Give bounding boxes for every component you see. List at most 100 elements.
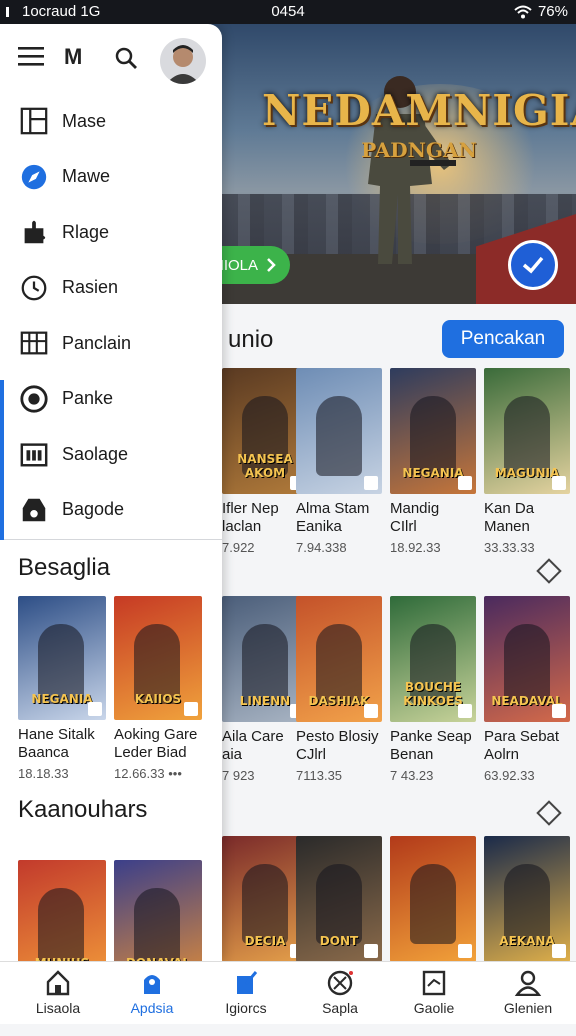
- game-title-line2: Eanika: [296, 518, 342, 535]
- nav-lisaola[interactable]: Lisaola: [10, 968, 106, 1016]
- search-icon[interactable]: [114, 46, 138, 70]
- game-title-line1: Hane Sitalk: [18, 726, 95, 743]
- game-card[interactable]: NEGANIA Mandig CIlrl 18.92.33: [390, 368, 476, 555]
- nav-label: Igiorcs: [225, 1000, 267, 1016]
- game-meta: 7.94.338: [296, 540, 347, 555]
- game-title: Hane Sitalk Baanca: [18, 726, 106, 762]
- edit-icon: [237, 971, 258, 994]
- game-cover[interactable]: [390, 836, 476, 962]
- person-icon: [514, 970, 542, 996]
- calendar-icon: [20, 443, 48, 467]
- check-button[interactable]: [508, 240, 558, 290]
- user-face-icon: [166, 45, 200, 84]
- action-button[interactable]: Pencakan: [442, 320, 564, 358]
- nav-gaolie[interactable]: Gaolie: [386, 968, 482, 1016]
- game-title-line1: Para Sebat: [484, 728, 560, 745]
- game-meta: 12.66.33 •••: [114, 766, 182, 781]
- game-cover[interactable]: NEGANIA: [390, 368, 476, 494]
- drawer-edge-indicator: [0, 380, 4, 540]
- layout-icon: [20, 107, 48, 135]
- bottom-navigation: Lisaola Apdsia Igiorcs Sapla Gaolie Glenien: [0, 961, 576, 1024]
- cover-figure: [504, 864, 550, 944]
- drawer-item-rasien[interactable]: Rasien: [0, 263, 222, 313]
- game-card[interactable]: MUNIUS: [18, 860, 106, 962]
- game-card[interactable]: DONAVAL: [114, 860, 202, 962]
- game-cover[interactable]: NEADAVAL: [484, 596, 570, 722]
- drawer-item-label: Panke: [62, 388, 114, 408]
- game-cover[interactable]: DASHIAK: [296, 596, 382, 722]
- avatar[interactable]: [160, 38, 206, 84]
- tag-icon: [144, 975, 160, 994]
- cover-figure: [316, 864, 362, 944]
- compass-icon: [327, 970, 353, 996]
- nav-label: Lisaola: [35, 1000, 81, 1016]
- game-cover[interactable]: DONT: [296, 836, 382, 962]
- nav-apdsia[interactable]: Apdsia: [104, 968, 200, 1016]
- game-card[interactable]: AEKANA: [484, 836, 570, 962]
- drawer-item-rlage[interactable]: Rlage: [0, 207, 222, 257]
- game-title-line2: CJlrl: [296, 746, 326, 763]
- drawer-item-mase[interactable]: Mase: [0, 96, 222, 146]
- cover-figure: [504, 396, 550, 476]
- cover-figure: [316, 396, 362, 476]
- game-meta: 33.33.33: [484, 540, 535, 555]
- app-logo: M: [64, 44, 83, 69]
- game-cover[interactable]: MUNIUS: [18, 860, 106, 962]
- cover-figure: [504, 624, 550, 704]
- nav-label: Sapla: [322, 1000, 358, 1016]
- game-card[interactable]: DASHIAK Pesto Blosiy CJlrl 7113.35: [296, 596, 382, 783]
- nav-glenien[interactable]: Glenien: [480, 968, 576, 1016]
- game-title-line2: CIlrl: [390, 518, 417, 535]
- game-title-line1: Alma Stam: [296, 500, 370, 517]
- game-card[interactable]: BOUCHE KINKOES Panke Seap Benan 7 43.23: [390, 596, 476, 783]
- expand-icon[interactable]: [536, 800, 562, 826]
- drawer-item-mawe[interactable]: Mawe: [0, 152, 222, 202]
- drawer-item-panke[interactable]: Panke: [0, 374, 222, 424]
- nav-sapla[interactable]: Sapla: [292, 968, 388, 1016]
- game-meta: 18.18.33: [18, 766, 69, 781]
- cover-figure: [410, 864, 456, 944]
- drawer-section-title-2: Kaanouhars: [18, 796, 148, 823]
- compass-icon: [21, 164, 47, 189]
- hamburger-menu-icon[interactable]: [18, 46, 44, 66]
- game-cover[interactable]: [296, 368, 382, 494]
- drawer-item-label: Mase: [62, 110, 107, 131]
- more-icon[interactable]: •••: [165, 766, 182, 781]
- game-cover[interactable]: BOUCHE KINKOES: [390, 596, 476, 722]
- drawer-item-saolage[interactable]: Saolage: [0, 429, 222, 479]
- game-title: Para Sebat Aolrn: [484, 728, 570, 764]
- drawer-divider: [0, 539, 222, 540]
- rating-badge-icon: [552, 476, 566, 490]
- game-cover[interactable]: KAIIOS: [114, 596, 202, 720]
- game-card[interactable]: Alma Stam Eanika 7.94.338: [296, 368, 382, 555]
- game-cover[interactable]: NEGANIA: [18, 596, 106, 720]
- game-card[interactable]: DONT: [296, 836, 382, 962]
- navigation-drawer: M Mase Mawe Rlage Rasien Panclain Panke Saolag…: [0, 24, 222, 962]
- game-title-line2: Leder Biad: [114, 744, 187, 761]
- game-meta: 63.92.33: [484, 768, 535, 783]
- game-card[interactable]: [390, 836, 476, 962]
- game-cover[interactable]: MAGUNIA: [484, 368, 570, 494]
- game-cover[interactable]: AEKANA: [484, 836, 570, 962]
- nav-igiorcs[interactable]: Igiorcs: [198, 968, 294, 1016]
- drawer-item-label: Mawe: [62, 166, 111, 186]
- drawer-row-1: NEGANIA Hane Sitalk Baanca 18.18.33 KAIIOS Ao…: [0, 596, 222, 796]
- cover-figure: [410, 396, 456, 476]
- game-card[interactable]: KAIIOS Aoking Gare Leder Biad 12.66.33 •••: [114, 596, 202, 781]
- game-title-line1: Panke Seap: [390, 728, 472, 745]
- bag-icon: [22, 498, 46, 521]
- clock: 0454: [271, 3, 305, 20]
- cover-figure: [38, 888, 84, 962]
- drawer-item-bagode[interactable]: Bagode: [0, 485, 222, 535]
- game-title-line1: Mandig: [390, 500, 440, 517]
- game-card[interactable]: NEGANIA Hane Sitalk Baanca 18.18.33: [18, 596, 106, 781]
- game-cover[interactable]: DONAVAL: [114, 860, 202, 962]
- game-card[interactable]: MAGUNIA Kan Da Manen 33.33.33: [484, 368, 570, 555]
- game-title: Alma Stam Eanika: [296, 500, 382, 536]
- drawer-item-label: Bagode: [62, 499, 125, 519]
- rating-badge-icon: [364, 944, 378, 958]
- drawer-item-panclain[interactable]: Panclain: [0, 318, 222, 368]
- game-card[interactable]: NEADAVAL Para Sebat Aolrn 63.92.33: [484, 596, 570, 783]
- nav-label: Apdsia: [130, 1000, 174, 1016]
- game-title-line2: Aolrn: [484, 746, 520, 763]
